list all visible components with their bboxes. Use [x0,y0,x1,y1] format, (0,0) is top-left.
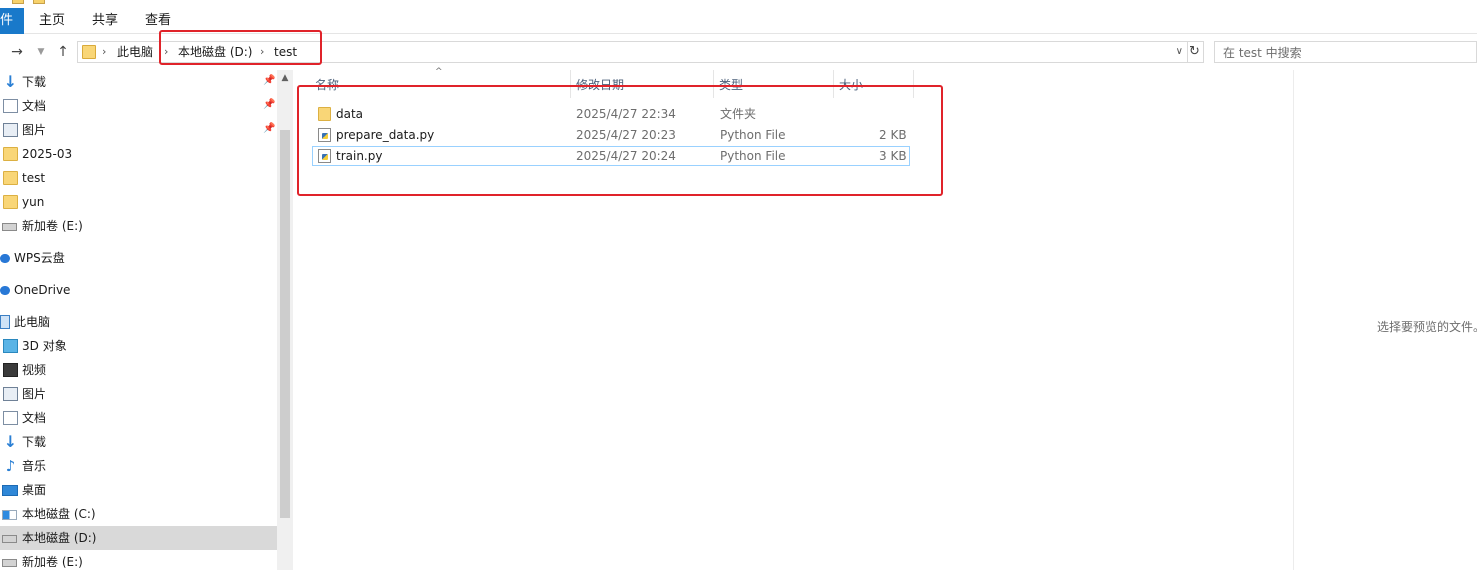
nav-item-yun[interactable]: yun [0,190,277,214]
nav-item-drive-e[interactable]: 新加卷 (E:) [0,214,277,238]
nav-item-downloads[interactable]: ↓ 下载 📌 [0,70,277,94]
preview-pane-divider[interactable] [1293,70,1294,570]
drive-icon [2,223,17,231]
nav-item-3d-objects[interactable]: 3D 对象 [0,334,277,358]
nav-item-wps-cloud[interactable]: WPS云盘 [0,246,277,270]
cloud-icon [0,254,10,263]
tab-share[interactable]: 共享 [92,8,118,34]
navigation-pane: ↓ 下载 📌 文档 📌 图片 📌 2025-03 test yun 新加卷 (E… [0,70,292,570]
nav-item-videos[interactable]: 视频 [0,358,277,382]
nav-item-label: 视频 [22,363,47,377]
nav-item-label: 图片 [22,387,47,401]
folder-icon [33,0,45,4]
nav-item-label: 文档 [22,99,47,113]
nav-item-label: 图片 [22,123,47,137]
nav-item-pictures[interactable]: 图片 📌 [0,118,277,142]
folder-icon [3,171,18,185]
drive-icon [2,559,17,567]
nav-item-onedrive[interactable]: OneDrive [0,278,277,302]
desktop-icon [2,485,18,496]
picture-icon [3,123,18,137]
pin-icon[interactable]: 📌 [263,123,275,135]
nav-item-music[interactable]: ♪ 音乐 [0,454,277,478]
video-icon [3,363,18,377]
picture-icon [3,387,18,401]
sort-ascending-icon: ^ [435,67,443,77]
drive-icon [2,535,17,543]
nav-item-downloads-pc[interactable]: ↓ 下载 [0,430,277,454]
nav-item-label: 下载 [22,75,47,89]
nav-item-label: test [22,171,46,185]
up-arrow-icon[interactable]: ↑ [55,43,71,61]
nav-item-drive-c[interactable]: 本地磁盘 (C:) [0,502,277,526]
nav-item-label: 本地磁盘 (C:) [22,507,96,521]
pin-icon[interactable]: 📌 [263,99,275,111]
nav-item-label: 3D 对象 [22,339,67,353]
folder-icon [3,147,18,161]
download-arrow-icon: ↓ [3,72,18,91]
document-icon [3,411,18,425]
download-arrow-icon: ↓ [3,432,18,451]
annotation-highlight-box [297,85,943,196]
nav-item-label: 文档 [22,411,47,425]
nav-item-this-pc[interactable]: 此电脑 [0,310,277,334]
recent-locations-chevron-icon[interactable]: ▼ [33,43,49,61]
nav-item-2025-03[interactable]: 2025-03 [0,142,277,166]
breadcrumb-this-pc[interactable]: 此电脑 [117,44,153,60]
windows-drive-icon [2,510,17,520]
nav-item-label: 桌面 [22,483,47,497]
search-box[interactable]: 在 test 中搜索 [1214,41,1477,63]
nav-item-label: 2025-03 [22,147,73,161]
nav-item-desktop[interactable]: 桌面 [0,478,277,502]
search-placeholder: 在 test 中搜索 [1223,46,1302,60]
tab-home[interactable]: 主页 [39,8,65,34]
nav-item-documents[interactable]: 文档 📌 [0,94,277,118]
address-dropdown-chevron-icon[interactable]: ∨ [1176,44,1183,60]
nav-item-label: 本地磁盘 (D:) [22,531,97,545]
document-icon [3,99,18,113]
preview-message: 选择要预览的文件。 [1377,320,1477,334]
nav-item-drive-e-pc[interactable]: 新加卷 (E:) [0,550,277,570]
nav-item-label: 新加卷 (E:) [22,555,83,569]
nav-item-test[interactable]: test [0,166,277,190]
cloud-icon [0,286,10,295]
nav-item-label: OneDrive [14,283,71,297]
music-note-icon: ♪ [5,457,16,475]
annotation-highlight-box [159,30,322,65]
3d-objects-icon [3,339,18,353]
quick-access-icon[interactable] [12,0,24,4]
nav-item-drive-d[interactable]: 本地磁盘 (D:) [0,526,277,550]
scrollbar-thumb[interactable] [280,130,290,518]
refresh-icon[interactable]: ↻ [1186,41,1204,63]
nav-item-label: 下载 [22,435,47,449]
nav-item-label: yun [22,195,45,209]
nav-item-label: WPS云盘 [14,251,65,265]
nav-item-label: 此电脑 [14,315,51,329]
nav-item-documents-pc[interactable]: 文档 [0,406,277,430]
tab-file[interactable]: 件 [0,8,24,34]
title-bar [0,0,1477,8]
computer-icon [0,315,10,329]
nav-item-pictures-pc[interactable]: 图片 [0,382,277,406]
scroll-up-arrow-icon[interactable]: ▲ [277,72,293,84]
nav-item-label: 新加卷 (E:) [22,219,83,233]
pin-icon[interactable]: 📌 [263,75,275,87]
folder-icon [3,195,18,209]
folder-icon [82,45,96,59]
chevron-right-icon[interactable]: › [102,44,106,60]
forward-arrow-icon[interactable]: → [9,43,25,61]
nav-item-label: 音乐 [22,459,47,473]
